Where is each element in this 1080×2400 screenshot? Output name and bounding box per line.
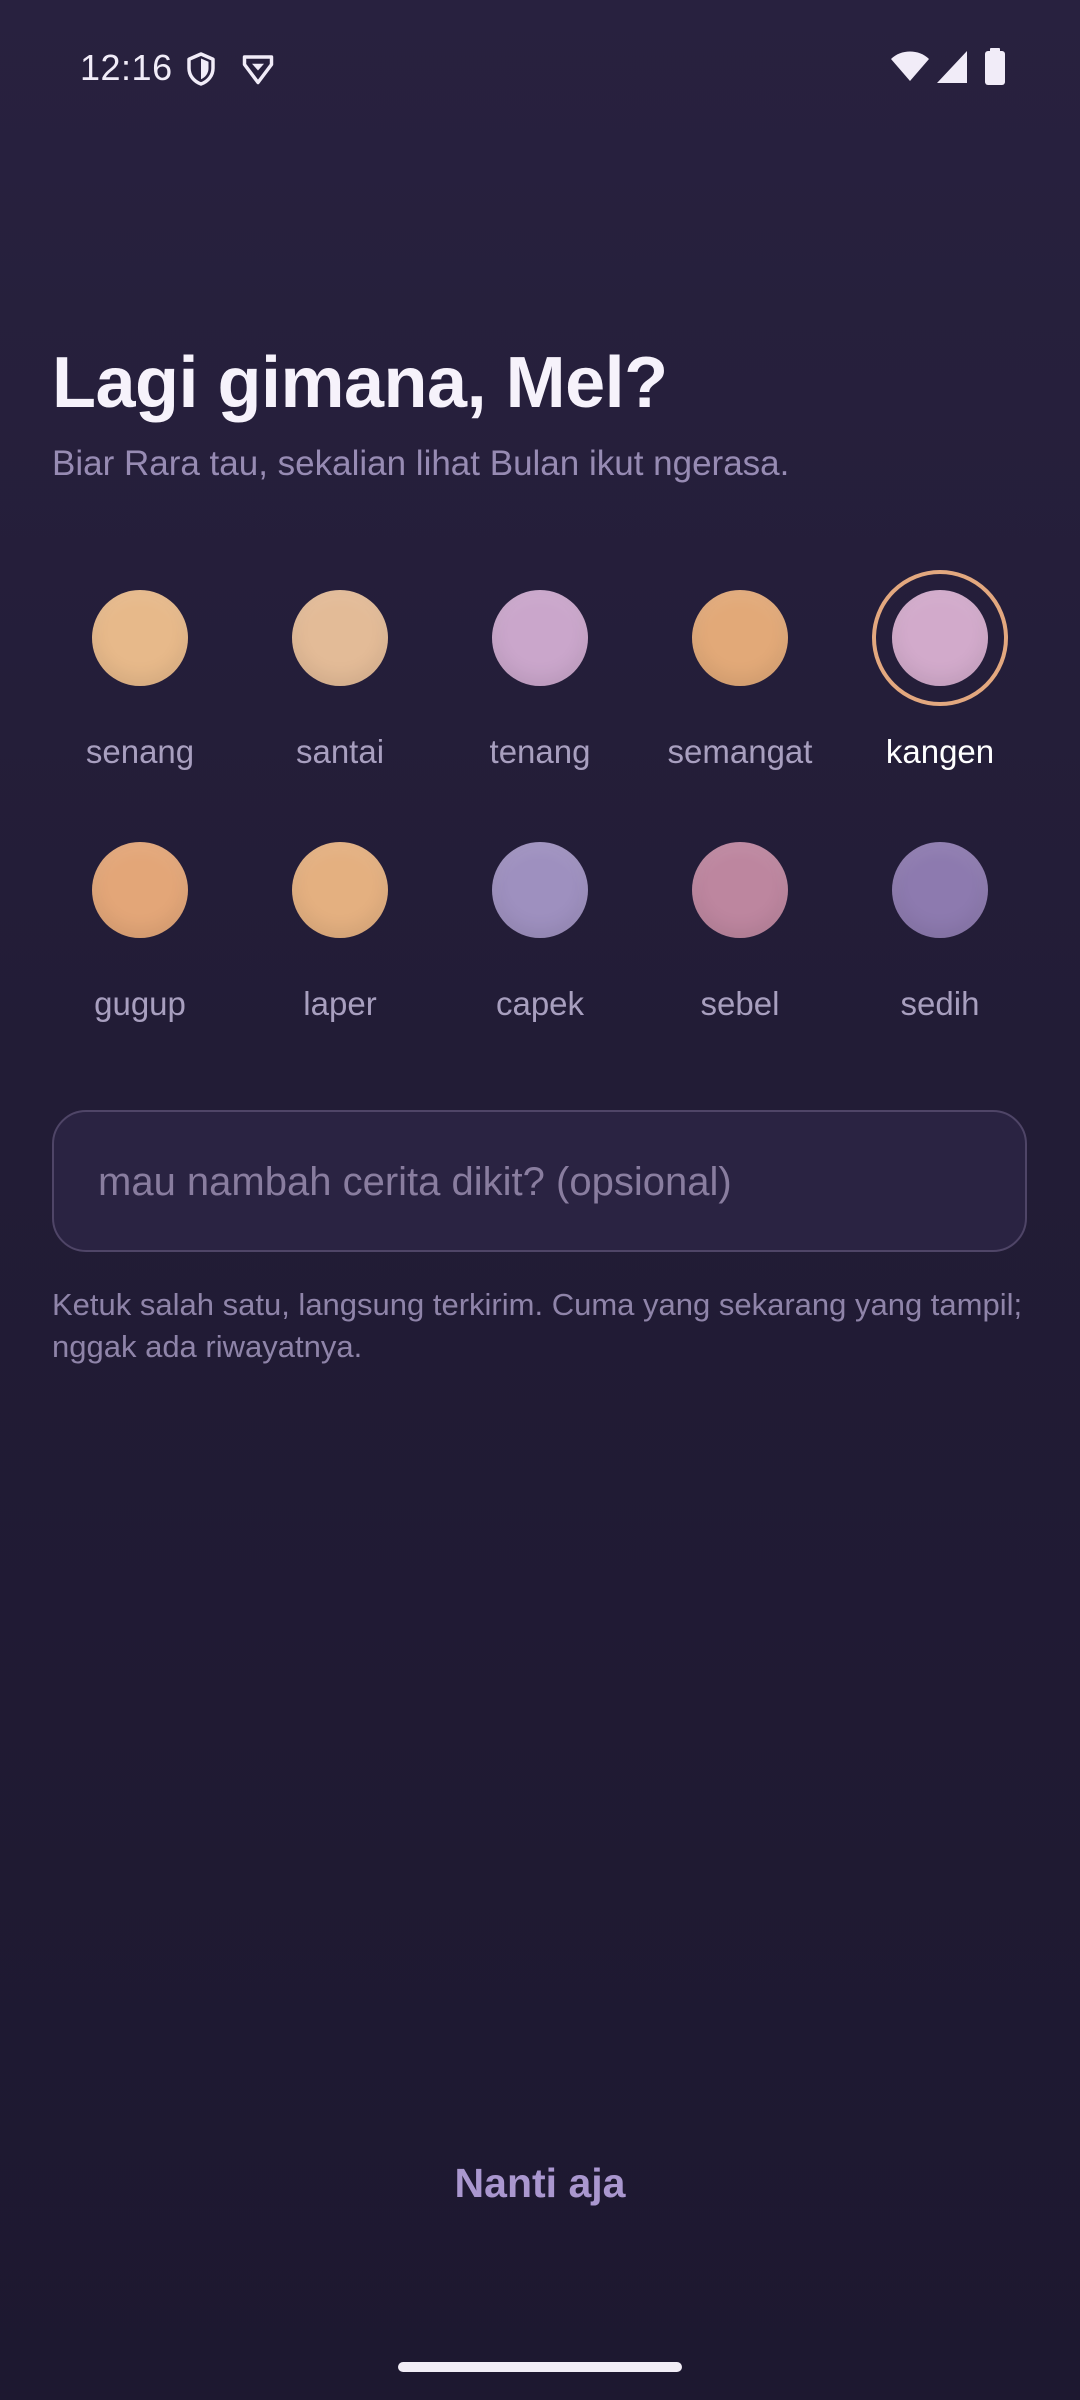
mood-option-laper[interactable]: laper [240, 822, 440, 1042]
mood-label: gugup [94, 985, 186, 1022]
mood-dot-ring [472, 822, 608, 958]
mood-label: sedih [900, 985, 980, 1022]
mood-dot-ring [272, 570, 408, 706]
hint-text: Ketuk salah satu, langsung terkirim. Cum… [52, 1287, 1023, 1364]
later-button[interactable]: Nanti aja [390, 2148, 690, 2218]
mood-dot [492, 590, 588, 686]
mood-option-capek[interactable]: capek [440, 822, 640, 1042]
mood-dot-ring [672, 570, 808, 706]
mood-option-sedih[interactable]: sedih [840, 822, 1040, 1042]
mood-option-sebel[interactable]: sebel [640, 822, 840, 1042]
mood-option-kangen[interactable]: kangen [840, 570, 1040, 790]
mood-option-gugup[interactable]: gugup [40, 822, 240, 1042]
mood-option-tenang[interactable]: tenang [440, 570, 640, 790]
mood-label: tenang [489, 733, 591, 770]
cellular-signal-icon [937, 51, 967, 83]
mood-dot-ring [672, 822, 808, 958]
page-title: Lagi gimana, Mel? [52, 343, 668, 423]
mood-dot [492, 842, 588, 938]
mood-dot [292, 842, 388, 938]
mood-dot [92, 590, 188, 686]
mood-label: laper [303, 985, 377, 1022]
shield-icon [187, 52, 215, 86]
mood-dot-ring [472, 570, 608, 706]
mood-label: senang [85, 733, 195, 770]
vpn-badge-icon [242, 55, 274, 85]
mood-option-semangat[interactable]: semangat [640, 570, 840, 790]
mood-label: sebel [700, 985, 780, 1022]
mood-dot [892, 590, 988, 686]
status-time: 12:16 [80, 47, 173, 88]
mood-option-senang[interactable]: senang [40, 570, 240, 790]
mood-dot-ring [272, 822, 408, 958]
mood-dot-ring [72, 570, 208, 706]
page-subtitle: Biar Rara tau, sekalian lihat Bulan ikut… [52, 444, 790, 483]
story-input[interactable] [96, 1112, 980, 1252]
wifi-icon [891, 51, 929, 81]
status-bar: 12:16 [0, 0, 1080, 140]
mood-grid: senang santai tenang semangat kangen gug… [40, 570, 1040, 1040]
mood-label: santai [295, 733, 385, 770]
mood-option-santai[interactable]: santai [240, 570, 440, 790]
home-indicator[interactable] [398, 2362, 682, 2372]
mood-dot [92, 842, 188, 938]
story-field[interactable] [52, 1110, 1027, 1252]
mood-dot [692, 842, 788, 938]
mood-label: semangat [667, 733, 813, 770]
mood-dot-ring [72, 822, 208, 958]
mood-label: kangen [885, 733, 995, 770]
mood-dot [692, 590, 788, 686]
mood-dot [892, 842, 988, 938]
mood-dot [292, 590, 388, 686]
battery-icon [985, 48, 1005, 85]
mood-dot-ring [872, 822, 1008, 958]
mood-label: capek [495, 985, 585, 1022]
mood-selected-ring [872, 570, 1008, 706]
